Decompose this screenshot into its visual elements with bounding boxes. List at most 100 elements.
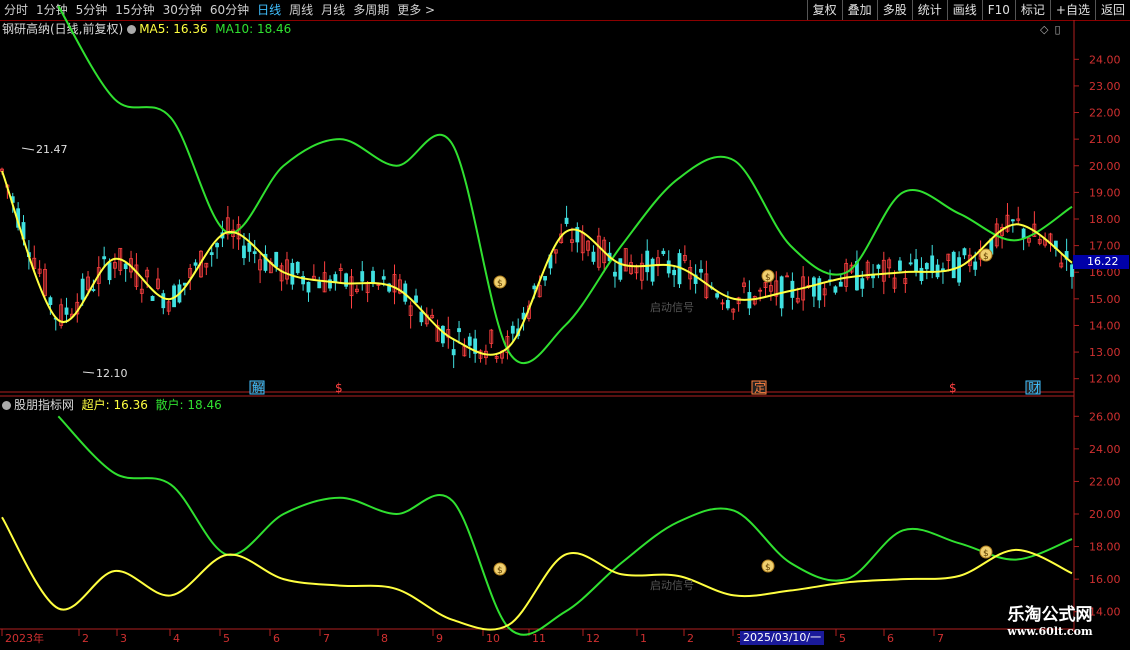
candle-body — [532, 285, 537, 290]
period-tab[interactable]: 60分钟 — [206, 0, 253, 20]
toolbar-action-button[interactable]: 复权 — [806, 0, 842, 20]
candle-body — [129, 258, 133, 273]
candle-body — [1021, 228, 1026, 239]
candle-body — [591, 251, 596, 262]
event-marker: 定 — [754, 380, 766, 395]
period-tab[interactable]: 15分钟 — [111, 0, 158, 20]
candle-body — [677, 253, 682, 285]
candle-body — [408, 305, 413, 316]
x-tick-label: 12 — [586, 632, 600, 645]
sub-y-tick-label: 18.00 — [1089, 541, 1121, 554]
toolbar-action-button[interactable]: F10 — [981, 0, 1015, 20]
money-bag-icon — [761, 559, 775, 573]
toolbar-action-button[interactable]: 叠加 — [841, 0, 877, 20]
ma10-line — [57, 5, 1073, 365]
period-tab[interactable]: 月线 — [317, 0, 349, 20]
candle-body — [311, 275, 316, 280]
period-tab[interactable]: 分时 — [0, 0, 32, 20]
candle-body — [193, 262, 198, 266]
x-tick-label: 2 — [82, 632, 89, 645]
candle-body — [1000, 226, 1005, 236]
candle-body — [489, 329, 494, 344]
period-tab[interactable]: 30分钟 — [159, 0, 206, 20]
candle-body — [537, 285, 542, 298]
candle-body — [510, 325, 515, 334]
candle-body — [0, 168, 4, 172]
candle-body — [849, 264, 854, 273]
toolbar-action-button[interactable]: 返回 — [1094, 0, 1130, 20]
period-tabs: 分时 1分钟 5分钟 15分钟 30分钟 60分钟 日线 周线 月线 多周期 更多 > — [0, 0, 439, 20]
candle-body — [779, 276, 784, 309]
sub-y-tick-label: 16.00 — [1089, 573, 1121, 586]
toolbar-action-button[interactable]: 标记 — [1014, 0, 1050, 20]
period-tab[interactable]: 更多 > — [393, 0, 439, 20]
period-tab[interactable]: 5分钟 — [72, 0, 112, 20]
candle-body — [586, 240, 590, 251]
period-tab[interactable]: 周线 — [285, 0, 317, 20]
x-tick-label: 1 — [640, 632, 647, 645]
candle-body — [919, 267, 924, 282]
candle-body — [96, 267, 101, 284]
candle-body — [451, 349, 456, 356]
x-tick-label: 9 — [436, 632, 443, 645]
candle-body — [1048, 233, 1053, 244]
candle-body — [736, 297, 741, 305]
candle-body — [172, 285, 176, 308]
candle-body — [860, 278, 865, 289]
candle-body — [795, 297, 800, 303]
low-pointer — [82, 371, 95, 374]
settings-circle-icon[interactable] — [127, 25, 137, 34]
period-tab[interactable]: 多周期 — [349, 0, 393, 20]
candle-body — [446, 329, 451, 338]
candle-body — [812, 277, 816, 297]
candle-body — [505, 336, 510, 353]
candle-body — [215, 243, 219, 248]
x-tick-label: 2023年 — [5, 631, 44, 645]
candle-body — [989, 238, 994, 255]
candle-body — [397, 279, 402, 294]
panel-toggle-icon[interactable]: ▯ — [1054, 23, 1060, 36]
candle-body — [967, 254, 972, 267]
y-tick-label: 19.00 — [1089, 186, 1121, 199]
candle-body — [720, 302, 725, 305]
period-tab[interactable]: 日线 — [253, 0, 285, 20]
candle-body — [725, 300, 730, 309]
event-marker: $ — [335, 381, 343, 395]
candle-body — [602, 239, 607, 264]
event-marker: $ — [949, 381, 957, 395]
toolbar-action-button[interactable]: 画线 — [946, 0, 982, 20]
candle-body — [387, 283, 392, 292]
x-tick-label: 3 — [120, 632, 127, 645]
candle-body — [570, 239, 574, 243]
candle-body — [21, 222, 26, 240]
money-bag-symbol: $ — [765, 273, 771, 283]
money-bag-icon — [493, 562, 507, 576]
sub-settings-circle-icon[interactable] — [2, 401, 11, 410]
candle-body — [484, 350, 488, 359]
candle-body — [682, 255, 687, 261]
x-tick-label: 7 — [323, 632, 330, 645]
super-label: 超户: 16.36 — [81, 398, 148, 412]
toolbar-action-button[interactable]: 统计 — [911, 0, 947, 20]
candle-body — [758, 289, 763, 292]
x-tick-label: 11 — [532, 632, 546, 645]
candle-body — [430, 314, 435, 319]
candle-body — [285, 259, 289, 280]
candle-body — [994, 223, 999, 247]
candle-body — [656, 257, 660, 267]
toolbar-action-button[interactable]: 多股 — [876, 0, 912, 20]
ma10-label: MA10: 18.46 — [215, 22, 292, 36]
candle-body — [559, 233, 564, 244]
candle-body — [715, 293, 720, 298]
candle-body — [462, 346, 467, 357]
money-bag-symbol: $ — [765, 563, 771, 573]
candle-body — [301, 276, 306, 285]
candle-body — [75, 301, 80, 315]
x-tick-label: 2 — [687, 632, 694, 645]
candle-body — [48, 297, 53, 305]
toolbar-action-button[interactable]: +自选 — [1049, 0, 1095, 20]
period-tab[interactable]: 1分钟 — [32, 0, 72, 20]
candle-body — [150, 295, 155, 301]
diamond-icon[interactable]: ◇ — [1040, 23, 1048, 36]
event-marker-box — [249, 380, 265, 395]
